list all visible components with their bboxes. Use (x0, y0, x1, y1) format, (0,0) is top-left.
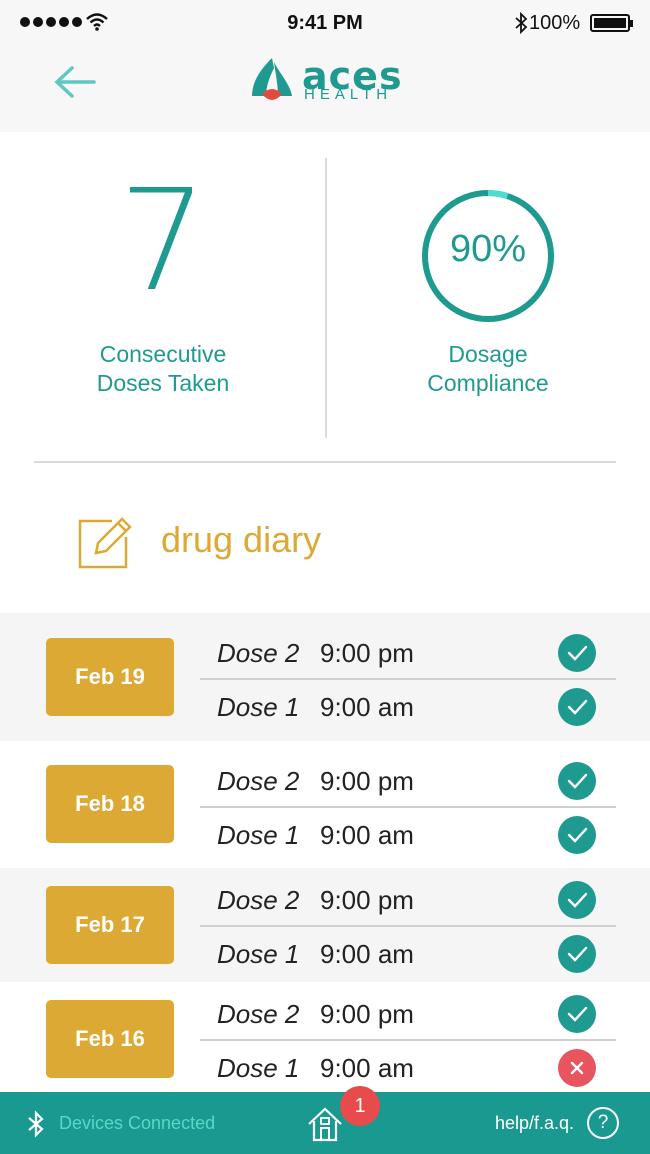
check-icon (558, 762, 596, 800)
dosage-compliance-stat: 90% Dosage Compliance (326, 132, 650, 462)
dose-name: Dose 2 (217, 999, 300, 1029)
date-pill[interactable]: Feb 18 (46, 765, 174, 843)
battery-icon (590, 14, 633, 32)
drug-diary-label: drug diary (161, 519, 322, 560)
logo-subtext: HEALTH (304, 86, 393, 103)
dose-time: 9:00 pm (320, 999, 414, 1029)
help-faq-link[interactable]: help/f.a.q. (495, 1113, 574, 1134)
check-icon (558, 995, 596, 1033)
dose-time: 9:00 am (320, 692, 414, 722)
dose-name: Dose 2 (217, 885, 300, 915)
dose-row[interactable]: Dose 1 9:00 am (200, 808, 616, 862)
aces-health-logo: aces HEALTH (250, 54, 410, 108)
dose-time: 9:00 pm (320, 766, 414, 796)
day-group: Feb 16 Dose 2 9:00 pm Dose 1 9:00 am (0, 982, 650, 1092)
bluetooth-icon (515, 12, 528, 34)
dose-time: 9:00 am (320, 820, 414, 850)
close-icon (558, 1049, 596, 1087)
dose-row[interactable]: Dose 2 9:00 pm (200, 754, 616, 808)
compliance-percent: 90% (449, 228, 527, 270)
day-group: Feb 18 Dose 2 9:00 pm Dose 1 9:00 am (0, 741, 650, 868)
battery-percent: 100% (529, 12, 581, 34)
dose-row[interactable]: Dose 1 9:00 am (200, 927, 616, 981)
consecutive-doses-stat: 7 Consecutive Doses Taken (0, 132, 326, 462)
check-icon (558, 688, 596, 726)
help-icon[interactable]: ? (587, 1107, 619, 1139)
bluetooth-icon (28, 1110, 44, 1138)
back-arrow-icon[interactable] (52, 64, 100, 100)
dose-row[interactable]: Dose 2 9:00 pm (200, 987, 616, 1041)
dose-row[interactable]: Dose 2 9:00 pm (200, 626, 616, 680)
check-icon (558, 881, 596, 919)
edit-icon (78, 517, 132, 569)
compliance-caption: Dosage Compliance (326, 340, 650, 398)
home-icon[interactable] (305, 1104, 345, 1144)
dose-row[interactable]: Dose 1 9:00 am (200, 680, 616, 734)
devices-connected-status[interactable]: Devices Connected (59, 1113, 215, 1134)
dose-time: 9:00 pm (320, 885, 414, 915)
day-group: Feb 17 Dose 2 9:00 pm Dose 1 9:00 am (0, 868, 650, 982)
check-icon (558, 935, 596, 973)
dose-name: Dose 2 (217, 766, 300, 796)
dose-time: 9:00 am (320, 1053, 414, 1083)
consecutive-caption-line1: Consecutive (99, 341, 227, 367)
dose-time: 9:00 am (320, 939, 414, 969)
dose-time: 9:00 pm (320, 638, 414, 668)
consecutive-caption-line2: Doses Taken (96, 370, 230, 396)
consecutive-doses-caption: Consecutive Doses Taken (0, 340, 326, 398)
day-group: Feb 19 Dose 2 9:00 pm Dose 1 9:00 am (0, 613, 650, 741)
stats-panel: 7 Consecutive Doses Taken 90% Dosage Com… (0, 132, 650, 462)
dose-name: Dose 1 (217, 939, 300, 969)
bottom-bar: Devices Connected 1 help/f.a.q. ? (0, 1086, 650, 1154)
check-icon (558, 816, 596, 854)
check-icon (558, 634, 596, 672)
dose-name: Dose 1 (217, 820, 300, 850)
date-pill[interactable]: Feb 19 (46, 638, 174, 716)
drug-diary-link[interactable]: drug diary (0, 463, 650, 613)
dose-name: Dose 1 (217, 1053, 300, 1083)
date-pill[interactable]: Feb 17 (46, 886, 174, 964)
notification-badge[interactable]: 1 (340, 1086, 380, 1126)
status-bar: 9:41 PM 100% (0, 0, 650, 46)
logo-mark-icon (252, 58, 292, 100)
dose-row[interactable]: Dose 2 9:00 pm (200, 873, 616, 927)
app-header: aces HEALTH (0, 46, 650, 132)
dose-name: Dose 2 (217, 638, 300, 668)
dose-name: Dose 1 (217, 692, 300, 722)
compliance-caption-line1: Dosage (448, 341, 528, 367)
compliance-caption-line2: Compliance (427, 370, 549, 396)
date-pill[interactable]: Feb 16 (46, 1000, 174, 1078)
dose-row[interactable]: Dose 1 9:00 am (200, 1041, 616, 1095)
consecutive-doses-count: 7 (118, 160, 208, 323)
